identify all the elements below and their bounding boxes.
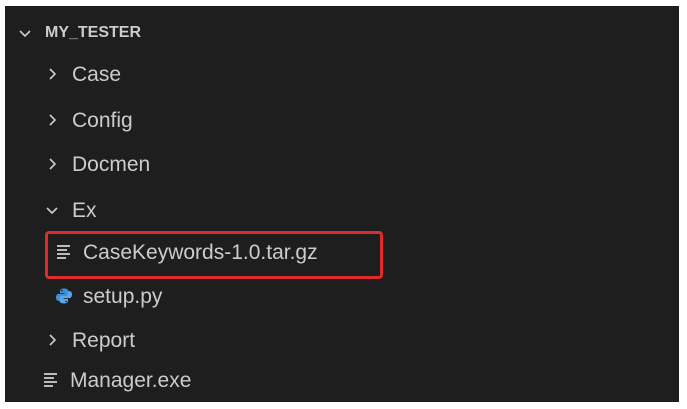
file-explorer: MY_TESTER Case Config Docmen Ex CaseKeyw… (0, 0, 687, 409)
chevron-right-icon (42, 154, 62, 174)
python-file-icon (55, 287, 73, 305)
chevron-down-icon (42, 200, 62, 220)
folder-label: Ex (72, 198, 97, 222)
folder-label: Case (72, 62, 122, 86)
folder-report[interactable]: Report (5, 318, 679, 362)
file-manager-exe[interactable]: Manager.exe (5, 358, 679, 402)
chevron-right-icon (42, 110, 62, 130)
folder-label: Report (72, 328, 136, 352)
folder-config[interactable]: Config (5, 98, 679, 142)
chevron-right-icon (42, 330, 62, 350)
folder-label: Docmen (72, 152, 151, 176)
folder-ex[interactable]: Ex (5, 188, 679, 232)
folder-case[interactable]: Case (5, 52, 679, 96)
explorer-root-folder[interactable]: MY_TESTER (5, 13, 679, 53)
chevron-down-icon (15, 23, 35, 43)
folder-label: Config (72, 108, 133, 132)
file-label: Manager.exe (70, 368, 192, 392)
text-file-icon (42, 371, 60, 389)
root-folder-label: MY_TESTER (45, 24, 142, 41)
file-label: CaseKeywords-1.0.tar.gz (83, 240, 318, 264)
chevron-right-icon (42, 64, 62, 84)
file-label: setup.py (83, 284, 163, 308)
text-file-icon (55, 243, 73, 261)
file-setup-py[interactable]: setup.py (5, 274, 679, 318)
folder-docmen[interactable]: Docmen (5, 142, 679, 186)
explorer-panel: MY_TESTER Case Config Docmen Ex CaseKeyw… (5, 6, 679, 402)
file-casekeywords-tar-gz[interactable]: CaseKeywords-1.0.tar.gz (5, 230, 679, 274)
